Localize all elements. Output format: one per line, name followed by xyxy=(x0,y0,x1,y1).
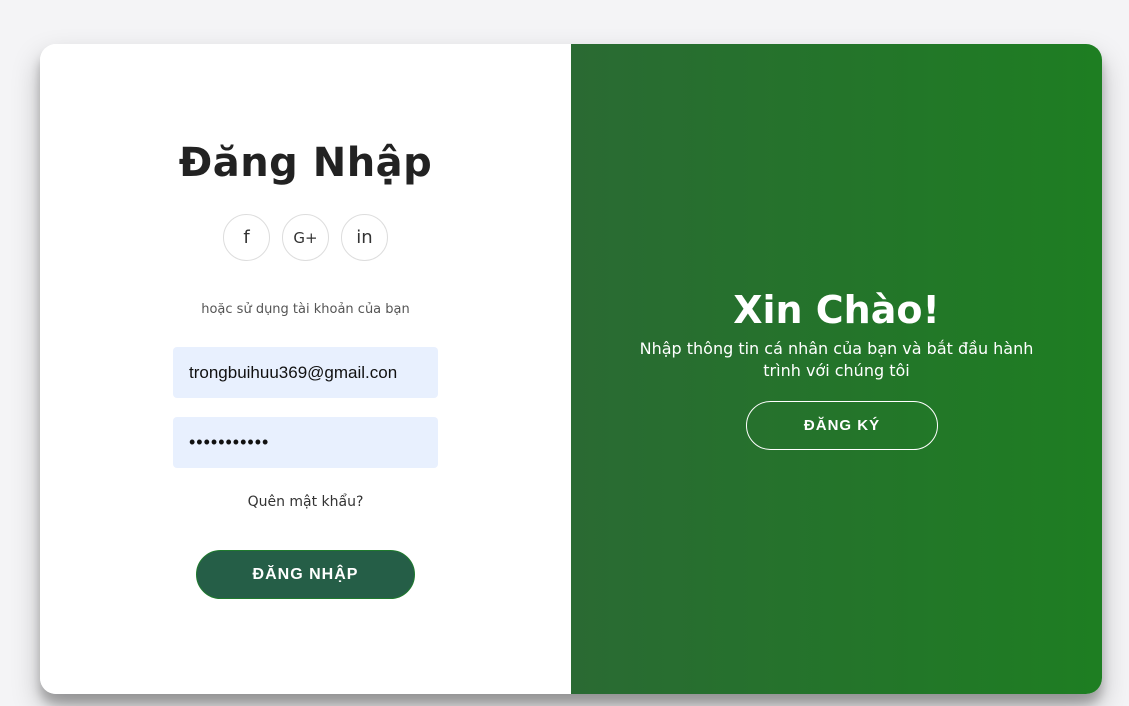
password-field[interactable] xyxy=(173,417,438,468)
signin-title: Đăng Nhập xyxy=(178,140,433,186)
forgot-password-link[interactable]: Quên mật khẩu? xyxy=(40,494,571,510)
signup-button[interactable]: ĐĂNG KÝ xyxy=(746,401,938,450)
welcome-title: Xin Chào! xyxy=(733,288,940,332)
facebook-icon[interactable]: f xyxy=(223,214,270,261)
google-plus-icon[interactable]: G+ xyxy=(282,214,329,261)
welcome-overlay-panel: Xin Chào! Nhập thông tin cá nhân của bạn… xyxy=(571,44,1102,694)
page-background: Đăng Nhập f G+ in hoặc sử dụng tài khoản… xyxy=(6,8,1123,704)
auth-card: Đăng Nhập f G+ in hoặc sử dụng tài khoản… xyxy=(40,44,1102,694)
linkedin-icon[interactable]: in xyxy=(341,214,388,261)
email-field[interactable] xyxy=(173,347,438,398)
signin-panel: Đăng Nhập f G+ in hoặc sử dụng tài khoản… xyxy=(40,44,571,694)
welcome-text: Nhập thông tin cá nhân của bạn và bắt đầ… xyxy=(639,339,1034,380)
alt-login-text: hoặc sử dụng tài khoản của bạn xyxy=(201,302,410,317)
login-button[interactable]: ĐĂNG NHẬP xyxy=(196,550,415,599)
social-buttons: f G+ in xyxy=(40,214,571,261)
